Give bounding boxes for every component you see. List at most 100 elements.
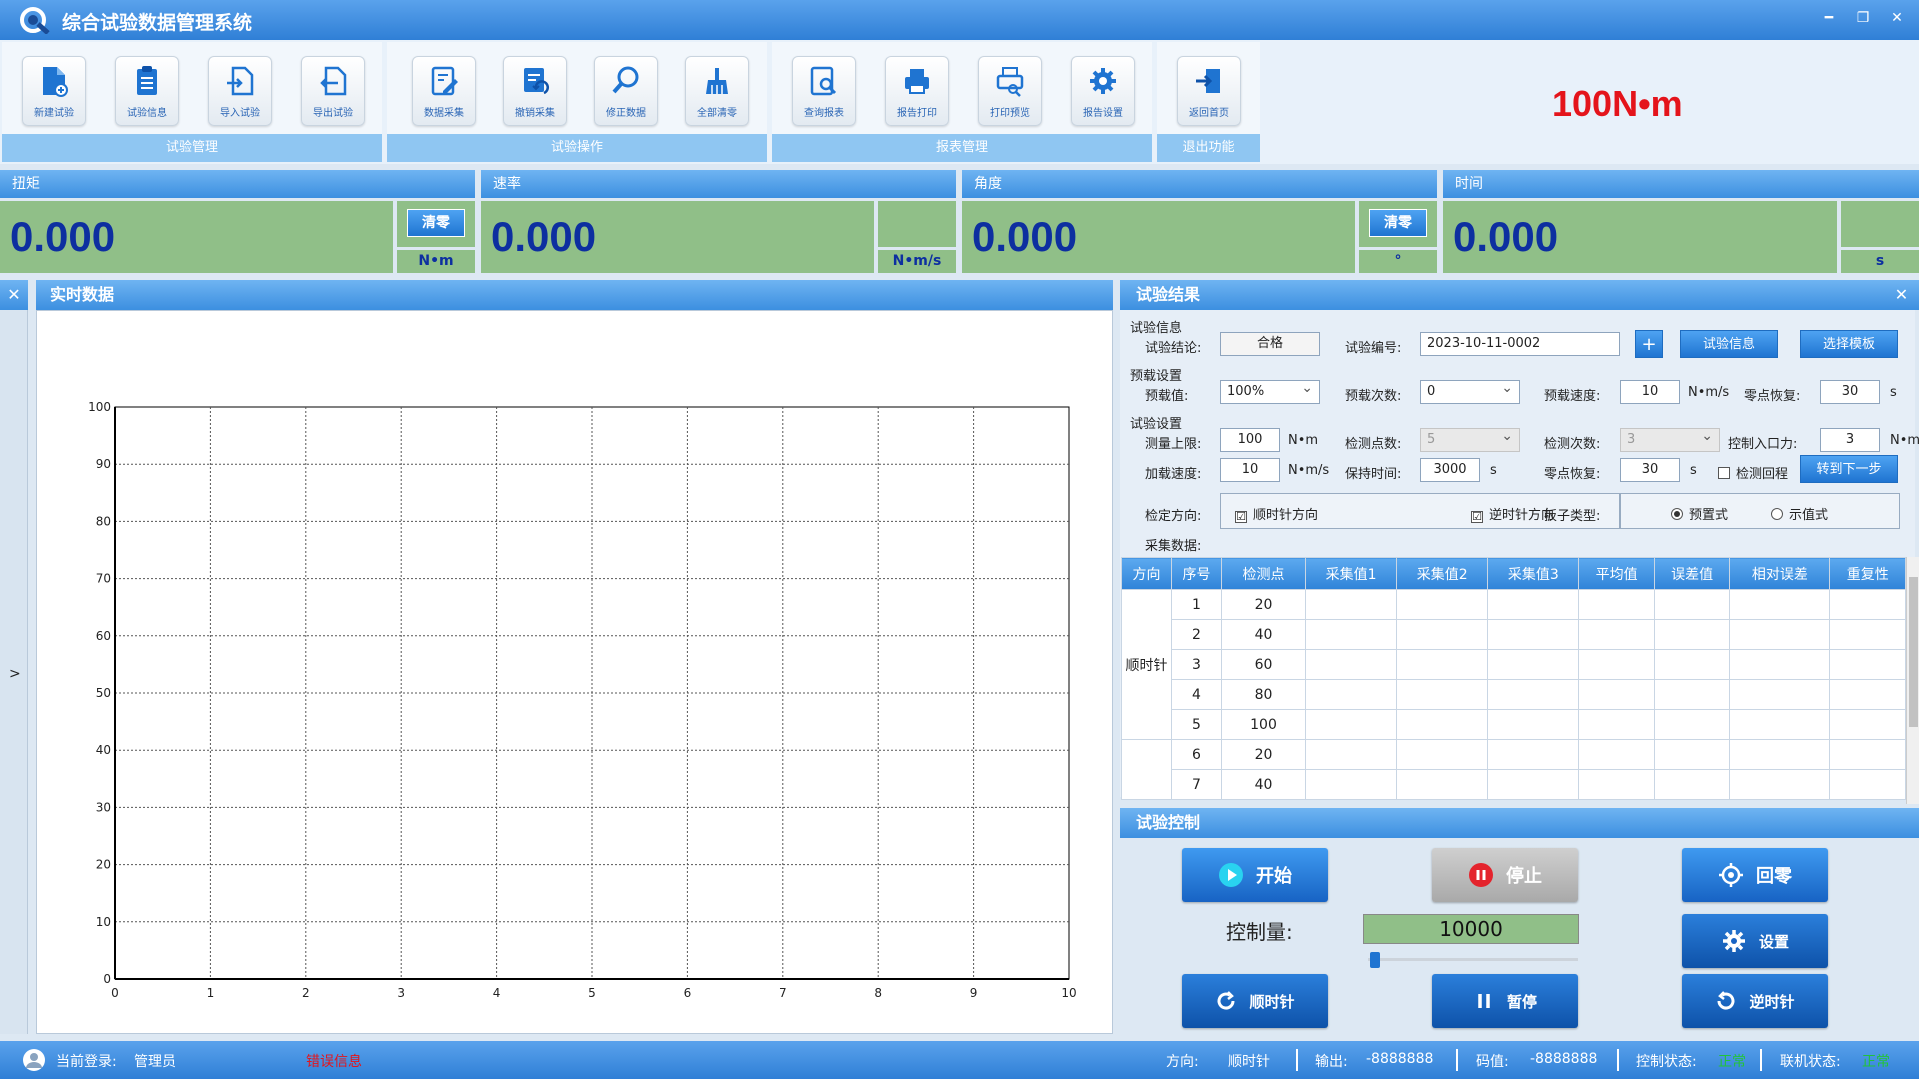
export-test-button[interactable]: 导出试验 (301, 56, 365, 126)
radio-selected-icon (1671, 508, 1683, 520)
ccw-direction-checkbox[interactable]: ☑ 逆时针方向 (1471, 504, 1554, 523)
correct-data-button[interactable]: 修正数据 (594, 56, 658, 126)
results-close-icon[interactable]: ✕ (1884, 280, 1919, 310)
preload-count-select[interactable]: 0 (1420, 377, 1520, 404)
undo-collect-button[interactable]: 撤销采集 (503, 56, 567, 126)
code-label: 码值: (1476, 1054, 1509, 1070)
ribbon-group-exit: 返回首页 退出功能 (1157, 42, 1260, 162)
ribbon-group-label: 试验操作 (387, 134, 767, 162)
preset-radio[interactable]: 预置式 (1671, 504, 1728, 523)
cw-direction-checkbox[interactable]: ☑ 顺时针方向 (1235, 504, 1318, 523)
table-row[interactable]: 2 40 (1122, 619, 1906, 650)
return-home-button[interactable]: 返回首页 (1177, 56, 1241, 126)
print-report-button[interactable]: 报告打印 (885, 56, 949, 126)
close-window-icon[interactable]: ✕ (1887, 10, 1907, 26)
export-test-label: 导出试验 (313, 108, 353, 119)
y-tick-label: 40 (96, 743, 111, 757)
indicating-radio[interactable]: 示值式 (1771, 504, 1828, 523)
test-zero-label: 零点恢复: (1544, 467, 1601, 482)
control-amount-field[interactable]: 10000 (1363, 914, 1579, 944)
table-scrollbar[interactable] (1906, 557, 1919, 804)
table-row[interactable]: 3 60 (1122, 649, 1906, 680)
point-cell: 40 (1221, 769, 1306, 800)
next-step-button[interactable]: 转到下一步 (1800, 455, 1898, 483)
table-row[interactable]: 顺时针 1 20 (1121, 589, 1906, 740)
point-cell: 100 (1221, 709, 1306, 740)
seq-cell: 3 (1171, 649, 1222, 680)
app-logo-icon (20, 7, 50, 34)
amount-slider-track[interactable] (1368, 958, 1578, 961)
direction-cell: 顺时针 (1121, 589, 1172, 740)
home-button[interactable]: 回零 (1682, 848, 1828, 902)
test-info-dialog-button[interactable]: 试验信息 (1680, 330, 1778, 358)
restore-icon[interactable]: ❐ (1853, 10, 1873, 26)
torque-clear-button[interactable]: 清零 (407, 209, 465, 237)
table-row[interactable]: 7 40 (1122, 769, 1906, 800)
realtime-title: 实时数据 (36, 280, 1113, 310)
preload-speed-input[interactable]: 10 (1620, 380, 1680, 404)
conclusion-label: 试验结论: (1145, 341, 1202, 356)
point-cell: 60 (1221, 649, 1306, 680)
preload-value-select[interactable]: 100% (1220, 377, 1320, 404)
upper-limit-input[interactable]: 100 (1220, 428, 1280, 452)
import-test-button[interactable]: 导入试验 (208, 56, 272, 126)
check-times-select[interactable]: 3 (1620, 425, 1720, 452)
y-tick-label: 20 (96, 858, 111, 872)
table-row[interactable]: 5 100 (1122, 709, 1906, 740)
stop-button[interactable]: 停止 (1432, 848, 1578, 902)
col-repeatability: 重复性 (1829, 557, 1906, 590)
start-button[interactable]: 开始 (1182, 848, 1328, 902)
angle-clear-button[interactable]: 清零 (1369, 209, 1427, 237)
entry-force-input[interactable]: 3 (1820, 428, 1880, 452)
load-speed-label: 加载速度: (1145, 467, 1202, 482)
x-tick-label: 1 (207, 986, 215, 1000)
table-header-row: 方向 序号 检测点 采集值1 采集值2 采集值3 平均值 误差值 相对误差 重复… (1121, 557, 1906, 590)
status-separator (1760, 1049, 1762, 1071)
new-test-button[interactable]: 新建试验 (22, 56, 86, 126)
seq-cell: 5 (1171, 709, 1222, 740)
scrollbar-thumb[interactable] (1909, 577, 1918, 727)
test-zero-input[interactable]: 30 (1620, 458, 1680, 482)
login-label: 当前登录: (56, 1054, 117, 1070)
preload-zero-input[interactable]: 30 (1820, 380, 1880, 404)
check-points-select[interactable]: 5 (1420, 425, 1520, 452)
clockwise-button[interactable]: 顺时针 (1182, 974, 1328, 1028)
torque-button-area: 清零 (397, 201, 475, 247)
add-number-button[interactable]: + (1635, 330, 1663, 358)
pause-button[interactable]: 暂停 (1432, 974, 1578, 1028)
test-info-button[interactable]: 试验信息 (115, 56, 179, 126)
counterclockwise-button[interactable]: 逆时针 (1682, 974, 1828, 1028)
minimize-icon[interactable]: ━ (1819, 10, 1839, 26)
ribbon-group-report-management: 查询报表 报告打印 打印预览 报告设置 报表管理 (772, 42, 1152, 162)
hold-time-input[interactable]: 3000 (1420, 458, 1480, 482)
undo-document-icon (524, 68, 549, 95)
preload-speed-label: 预载速度: (1544, 389, 1601, 404)
y-tick-label: 80 (96, 514, 111, 528)
col-value3: 采集值3 (1487, 557, 1580, 590)
realtime-close-icon[interactable]: ✕ (0, 280, 28, 310)
conclusion-field: 合格 (1220, 332, 1320, 356)
test-number-input[interactable]: 2023-10-11-0002 (1420, 332, 1620, 356)
rotate-ccw-icon (1717, 991, 1735, 1010)
preload-zero-unit: s (1890, 385, 1897, 400)
expand-arrow-icon[interactable]: > (9, 666, 21, 682)
query-report-button[interactable]: 查询报表 (792, 56, 856, 126)
select-template-button[interactable]: 选择模板 (1800, 330, 1898, 358)
ribbon-group-label: 退出功能 (1157, 134, 1260, 162)
check-return-checkbox[interactable]: 检测回程 (1718, 463, 1788, 482)
amount-slider-thumb[interactable] (1370, 952, 1380, 968)
load-speed-input[interactable]: 10 (1220, 458, 1280, 482)
print-preview-button[interactable]: 打印预览 (978, 56, 1042, 126)
settings-button[interactable]: 设置 (1682, 914, 1828, 968)
point-cell: 20 (1221, 739, 1306, 770)
home-label: 回零 (1756, 866, 1792, 887)
data-collect-button[interactable]: 数据采集 (412, 56, 476, 126)
print-preview-label: 打印预览 (990, 108, 1030, 119)
table-row[interactable]: 4 80 (1122, 679, 1906, 710)
x-tick-label: 0 (111, 986, 119, 1000)
section-test-settings: 试验设置 (1130, 417, 1183, 432)
clear-all-button[interactable]: 全部清零 (685, 56, 749, 126)
ribbon-toolbar: 新建试验 试验信息 导入试验 导出试验 试验管理 数据采集 撤销采集 修正数据 (0, 40, 1919, 164)
table-row[interactable]: 6 20 (1121, 739, 1906, 800)
report-settings-button[interactable]: 报告设置 (1071, 56, 1135, 126)
